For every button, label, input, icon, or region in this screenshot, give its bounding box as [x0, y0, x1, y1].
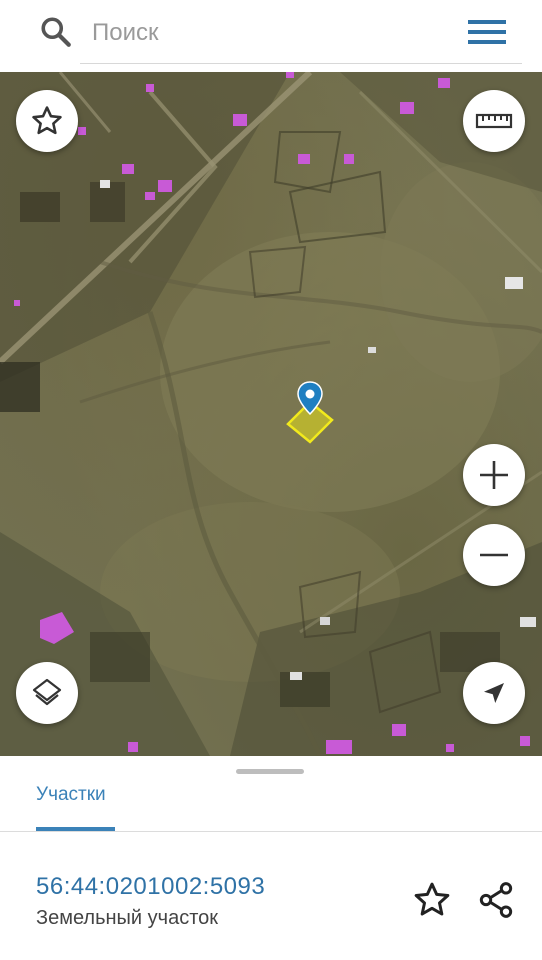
my-location-button[interactable] [463, 662, 525, 724]
parcel-cadastral-number[interactable]: 56:44:0201002:5093 [36, 873, 265, 901]
navigation-arrow-icon [484, 683, 504, 703]
ruler-icon [475, 113, 513, 129]
search-underline [80, 63, 522, 64]
star-icon [32, 106, 62, 135]
bottom-sheet: Участки 56:44:0201002:5093 Земельный уча… [0, 756, 542, 960]
parcel-type: Земельный участок [36, 907, 219, 929]
ruler-button[interactable] [463, 90, 525, 152]
hamburger-menu-icon[interactable] [468, 18, 506, 46]
minus-icon [480, 553, 508, 557]
parcel-marker[interactable] [286, 380, 334, 444]
share-icon[interactable] [476, 880, 516, 920]
layers-button[interactable] [16, 662, 78, 724]
sheet-drag-handle[interactable] [236, 769, 304, 774]
parcel-favorite-star-icon[interactable] [412, 880, 452, 920]
layers-icon [32, 678, 62, 706]
favorites-button[interactable] [16, 90, 78, 152]
tab-divider [0, 831, 542, 832]
tab-parcels[interactable]: Участки [36, 784, 106, 806]
zoom-in-button[interactable] [463, 444, 525, 506]
map-terrain [0, 72, 542, 756]
satellite-map[interactable] [0, 72, 542, 756]
search-input[interactable] [92, 16, 452, 50]
plus-icon [480, 461, 508, 489]
zoom-out-button[interactable] [463, 524, 525, 586]
search-bar [0, 0, 542, 72]
search-icon[interactable] [38, 14, 74, 50]
